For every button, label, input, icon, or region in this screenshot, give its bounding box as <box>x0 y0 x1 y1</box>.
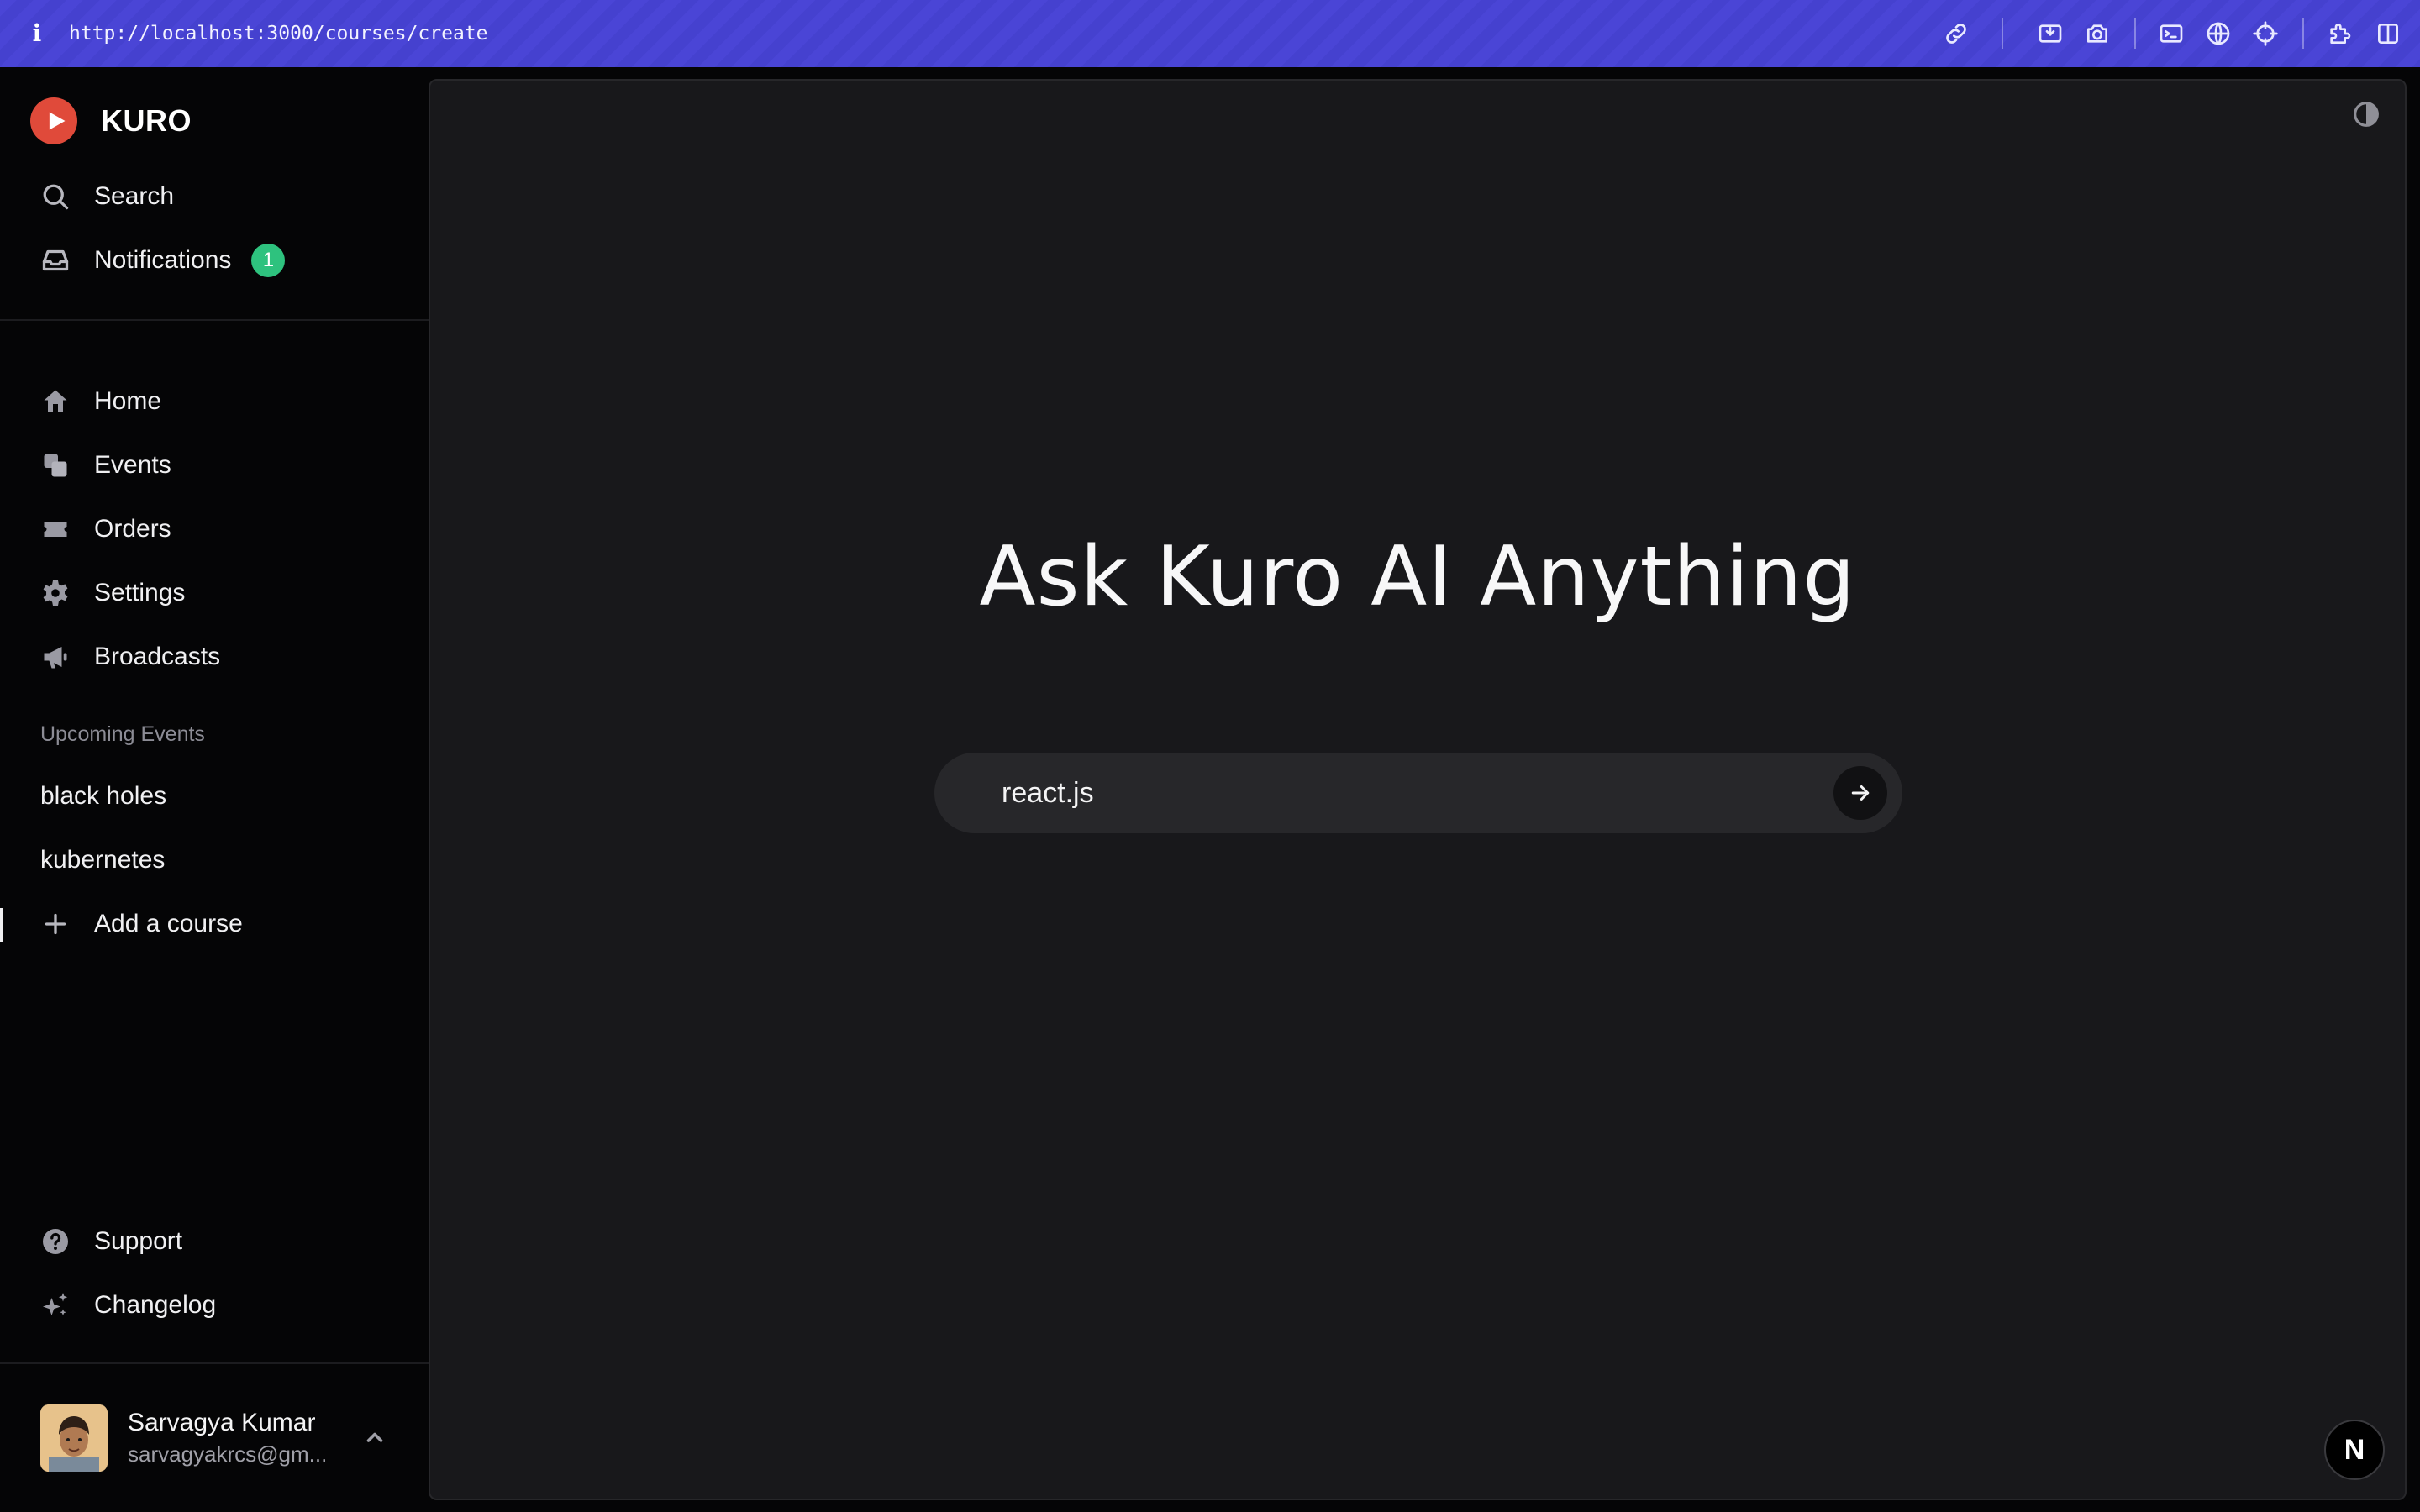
sidebar-item-label: Home <box>94 387 162 415</box>
toolbar-divider <box>2002 18 2003 49</box>
sidebar-icon[interactable] <box>2373 18 2403 49</box>
sidebar-item-events[interactable]: Events <box>39 442 171 489</box>
browser-toolbar: i http://localhost:3000/courses/create <box>0 0 2420 67</box>
brand[interactable]: KURO <box>30 97 192 144</box>
sparkles-icon <box>39 1289 72 1322</box>
sidebar-item-label: Support <box>94 1227 183 1255</box>
help-icon <box>39 1225 72 1258</box>
screenshot-area-icon[interactable] <box>2035 18 2065 49</box>
sidebar-item-label: Changelog <box>94 1291 217 1319</box>
add-course-button[interactable]: Add a course <box>39 900 243 948</box>
nextjs-dev-indicator[interactable]: N <box>2324 1420 2385 1480</box>
avatar <box>40 1404 108 1472</box>
crosshair-icon[interactable] <box>2250 18 2281 49</box>
active-item-indicator <box>0 908 3 942</box>
gear-icon <box>39 576 72 610</box>
sidebar-item-label: Broadcasts <box>94 643 221 670</box>
user-name: Sarvagya Kumar <box>128 1409 316 1436</box>
kuro-logo-icon <box>30 97 77 144</box>
sidebar-divider <box>0 319 429 321</box>
notification-count-badge: 1 <box>251 244 286 277</box>
prompt-input[interactable] <box>1002 769 1825 816</box>
globe-icon[interactable] <box>2203 18 2233 49</box>
link-icon[interactable] <box>1941 18 1971 49</box>
toolbar-divider <box>2302 18 2304 49</box>
sidebar-item-settings[interactable]: Settings <box>39 570 185 617</box>
sidebar-item-home[interactable]: Home <box>39 378 161 425</box>
extensions-icon[interactable] <box>2324 18 2354 49</box>
user-info: Sarvagya Kumar sarvagyakrcs@gm... <box>128 1407 327 1469</box>
add-course-label: Add a course <box>94 910 243 937</box>
sidebar-item-notifications[interactable]: Notifications 1 <box>39 237 286 284</box>
events-icon <box>39 449 72 482</box>
sidebar-item-label: Orders <box>94 515 171 543</box>
toolbar-divider <box>2134 18 2136 49</box>
camera-icon[interactable] <box>2082 18 2112 49</box>
sidebar-item-label: Notifications <box>94 246 232 274</box>
sidebar-item-label: Events <box>94 451 171 479</box>
sidebar-item-label: Search <box>94 182 175 210</box>
event-link-kubernetes[interactable]: kubernetes <box>40 837 165 884</box>
chevron-up-icon[interactable] <box>360 1423 390 1453</box>
home-icon <box>39 385 72 418</box>
user-email: sarvagyakrcs@gm... <box>128 1441 328 1467</box>
plus-icon <box>39 907 72 941</box>
info-icon[interactable]: i <box>29 18 45 49</box>
ticket-icon <box>39 512 72 546</box>
sidebar: KURO Search Notifications 1 Home Events … <box>0 67 429 1512</box>
prompt-bar <box>934 753 1902 833</box>
search-icon <box>39 180 72 213</box>
sidebar-item-support[interactable]: Support <box>39 1218 182 1265</box>
sidebar-divider <box>0 1362 429 1364</box>
sidebar-item-orders[interactable]: Orders <box>39 506 171 553</box>
brand-name: KURO <box>101 103 192 138</box>
upcoming-events-heading: Upcoming Events <box>40 722 205 746</box>
sidebar-item-search[interactable]: Search <box>39 173 174 220</box>
page-title: Ask Kuro AI Anything <box>979 529 1856 625</box>
sidebar-item-changelog[interactable]: Changelog <box>39 1282 216 1329</box>
terminal-icon[interactable] <box>2156 18 2186 49</box>
arrow-right-icon <box>1851 785 1870 801</box>
sidebar-item-broadcasts[interactable]: Broadcasts <box>39 633 220 680</box>
theme-toggle-icon[interactable] <box>2353 101 2380 128</box>
address-bar[interactable]: http://localhost:3000/courses/create <box>69 18 488 49</box>
send-button[interactable] <box>1833 766 1887 820</box>
inbox-icon <box>39 244 72 277</box>
user-menu[interactable]: Sarvagya Kumar sarvagyakrcs@gm... <box>40 1403 393 1473</box>
sidebar-item-label: Settings <box>94 579 186 606</box>
event-link-black-holes[interactable]: black holes <box>40 773 166 820</box>
megaphone-icon <box>39 640 72 674</box>
